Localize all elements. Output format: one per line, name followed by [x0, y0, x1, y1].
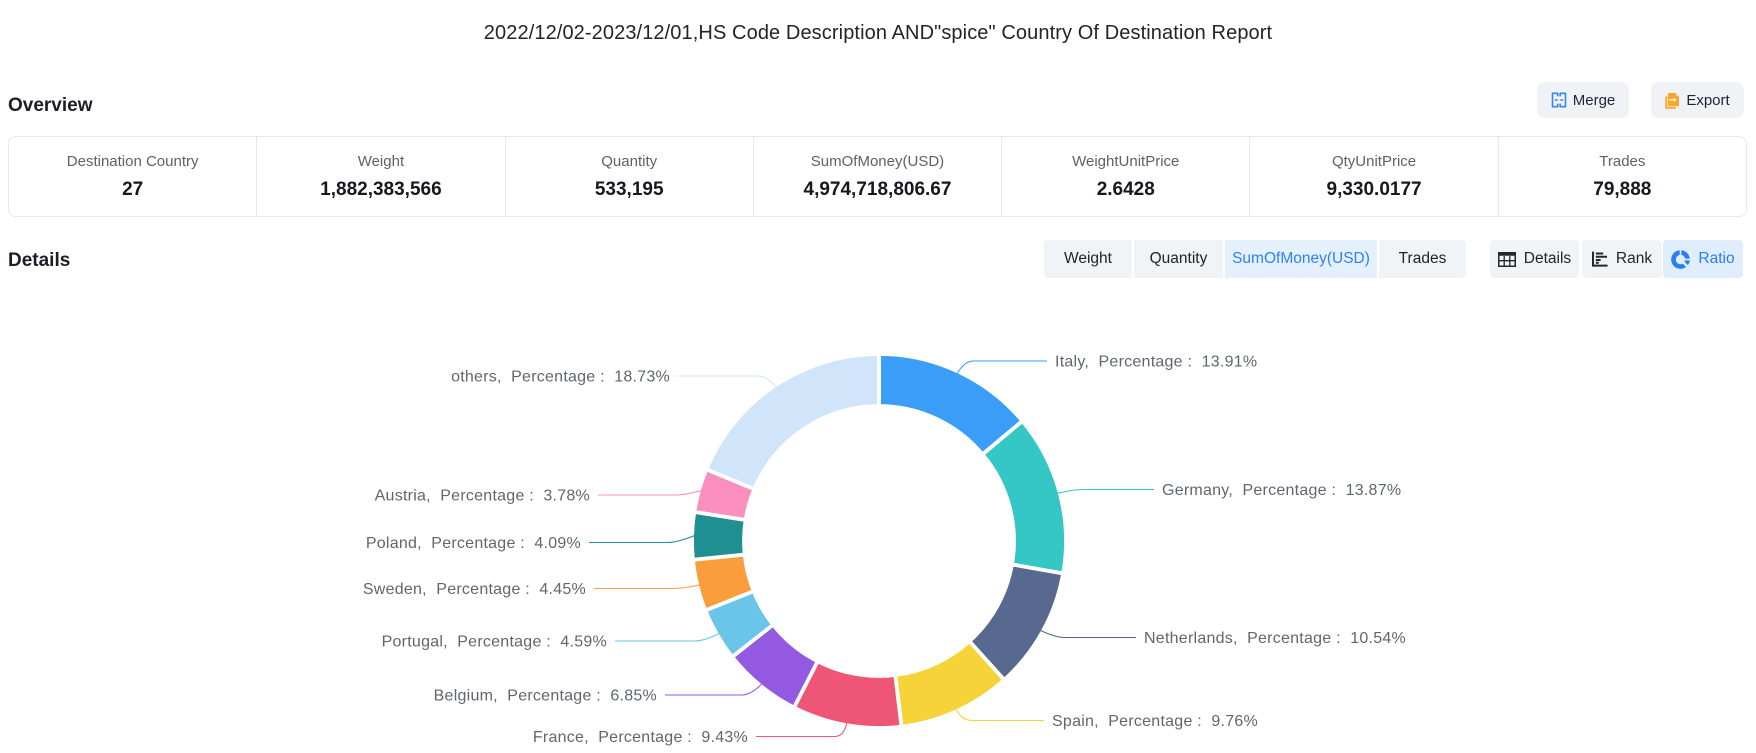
svg-text:Belgium, Percentage : 6.85%: Belgium, Percentage : 6.85%: [434, 688, 657, 705]
svg-text:Austria, Percentage : 3.78%: Austria, Percentage : 3.78%: [375, 488, 590, 505]
svg-text:France, Percentage : 9.43%: France, Percentage : 9.43%: [533, 729, 748, 746]
svg-text:Italy, Percentage : 13.91%: Italy, Percentage : 13.91%: [1055, 354, 1257, 371]
svg-text:Spain, Percentage : 9.76%: Spain, Percentage : 9.76%: [1052, 713, 1258, 730]
svg-text:Portugal, Percentage : 4.59%: Portugal, Percentage : 4.59%: [382, 634, 607, 651]
svg-text:Germany, Percentage : 13.87%: Germany, Percentage : 13.87%: [1162, 482, 1401, 499]
svg-text:Netherlands, Percentage : 10: Netherlands, Percentage : 10.54%: [1144, 630, 1406, 647]
svg-text:Sweden, Percentage : 4.45%: Sweden, Percentage : 4.45%: [363, 581, 586, 598]
svg-text:Poland, Percentage : 4.09%: Poland, Percentage : 4.09%: [366, 535, 581, 552]
svg-text:others, Percentage : 18.73%: others, Percentage : 18.73%: [451, 369, 670, 386]
